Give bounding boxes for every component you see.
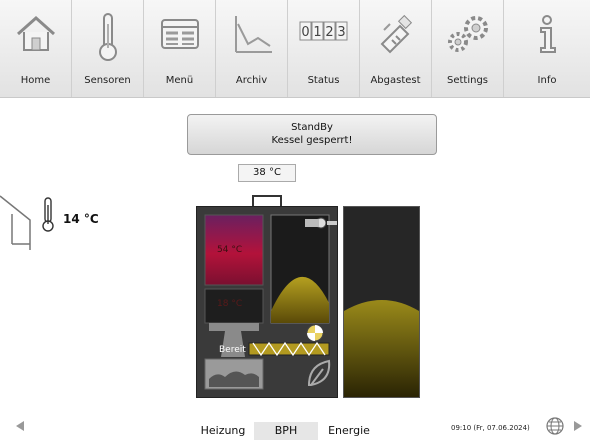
- nav-flue-test-button[interactable]: Abgastest: [360, 0, 432, 97]
- svg-text:0: 0: [301, 25, 309, 40]
- nav-home-button[interactable]: Home: [0, 0, 72, 97]
- top-navigation: Home Sensoren Menü Archiv 0 1 2 3 Status…: [0, 0, 590, 98]
- status-line-1: StandBy: [291, 122, 333, 133]
- eco-leaf-icon: [307, 359, 331, 386]
- nav-menu-label: Menü: [165, 75, 194, 86]
- status-message-box[interactable]: StandBy Kessel gesperrt!: [187, 114, 437, 155]
- upper-temperature: 54 °C: [217, 245, 243, 255]
- nav-sensors-label: Sensoren: [84, 75, 131, 86]
- svg-text:3: 3: [337, 25, 345, 40]
- globe-icon[interactable]: [545, 416, 565, 436]
- arrow-right-icon[interactable]: [572, 420, 584, 432]
- flue-gas-temperature: 38 °C: [238, 164, 296, 182]
- svg-text:1: 1: [313, 25, 321, 40]
- nav-archive-button[interactable]: Archiv: [216, 0, 288, 97]
- lower-temperature: 18 °C: [217, 299, 243, 309]
- gears-icon: [447, 16, 488, 52]
- svg-text:2: 2: [325, 25, 333, 40]
- flue-test-icon: [380, 14, 412, 54]
- nav-info-label: Info: [537, 75, 557, 86]
- nav-info-button[interactable]: Info: [504, 0, 590, 97]
- pellet-storage[interactable]: [343, 206, 420, 398]
- thermometer-icon: [98, 13, 117, 61]
- nav-settings-label: Settings: [446, 75, 488, 86]
- tab-energie[interactable]: Energie: [322, 422, 376, 440]
- menu-icon: [160, 19, 199, 49]
- nav-flue-test-label: Abgastest: [370, 75, 421, 86]
- nav-home-label: Home: [20, 75, 51, 86]
- nav-status-label: Status: [307, 75, 340, 86]
- status-line-2: Kessel gesperrt!: [271, 135, 353, 146]
- tab-heizung[interactable]: Heizung: [196, 422, 250, 440]
- tab-bph[interactable]: BPH: [254, 422, 318, 440]
- nav-status-button[interactable]: 0 1 2 3 Status: [288, 0, 360, 97]
- date-time-display: 09:10 (Fr, 07.06.2024): [451, 424, 530, 432]
- nav-menu-button[interactable]: Menü: [144, 0, 216, 97]
- nav-settings-button[interactable]: Settings: [432, 0, 504, 97]
- house-outline-icon: [0, 195, 31, 250]
- nav-archive-label: Archiv: [235, 75, 268, 86]
- chart-icon: [234, 16, 272, 53]
- arrow-left-icon[interactable]: [14, 420, 26, 432]
- counter-icon: 0 1 2 3: [299, 21, 347, 41]
- outside-temperature: 14 °C: [63, 212, 99, 226]
- storage-pellet-level: [344, 300, 419, 397]
- nav-sensors-button[interactable]: Sensoren: [72, 0, 144, 97]
- home-icon: [16, 15, 55, 51]
- outside-thermometer-icon: [42, 197, 54, 232]
- boiler-state-label: Bereit: [219, 345, 246, 355]
- info-icon: [540, 15, 556, 53]
- boiler-schematic[interactable]: 54 °C 18 °C: [196, 206, 338, 398]
